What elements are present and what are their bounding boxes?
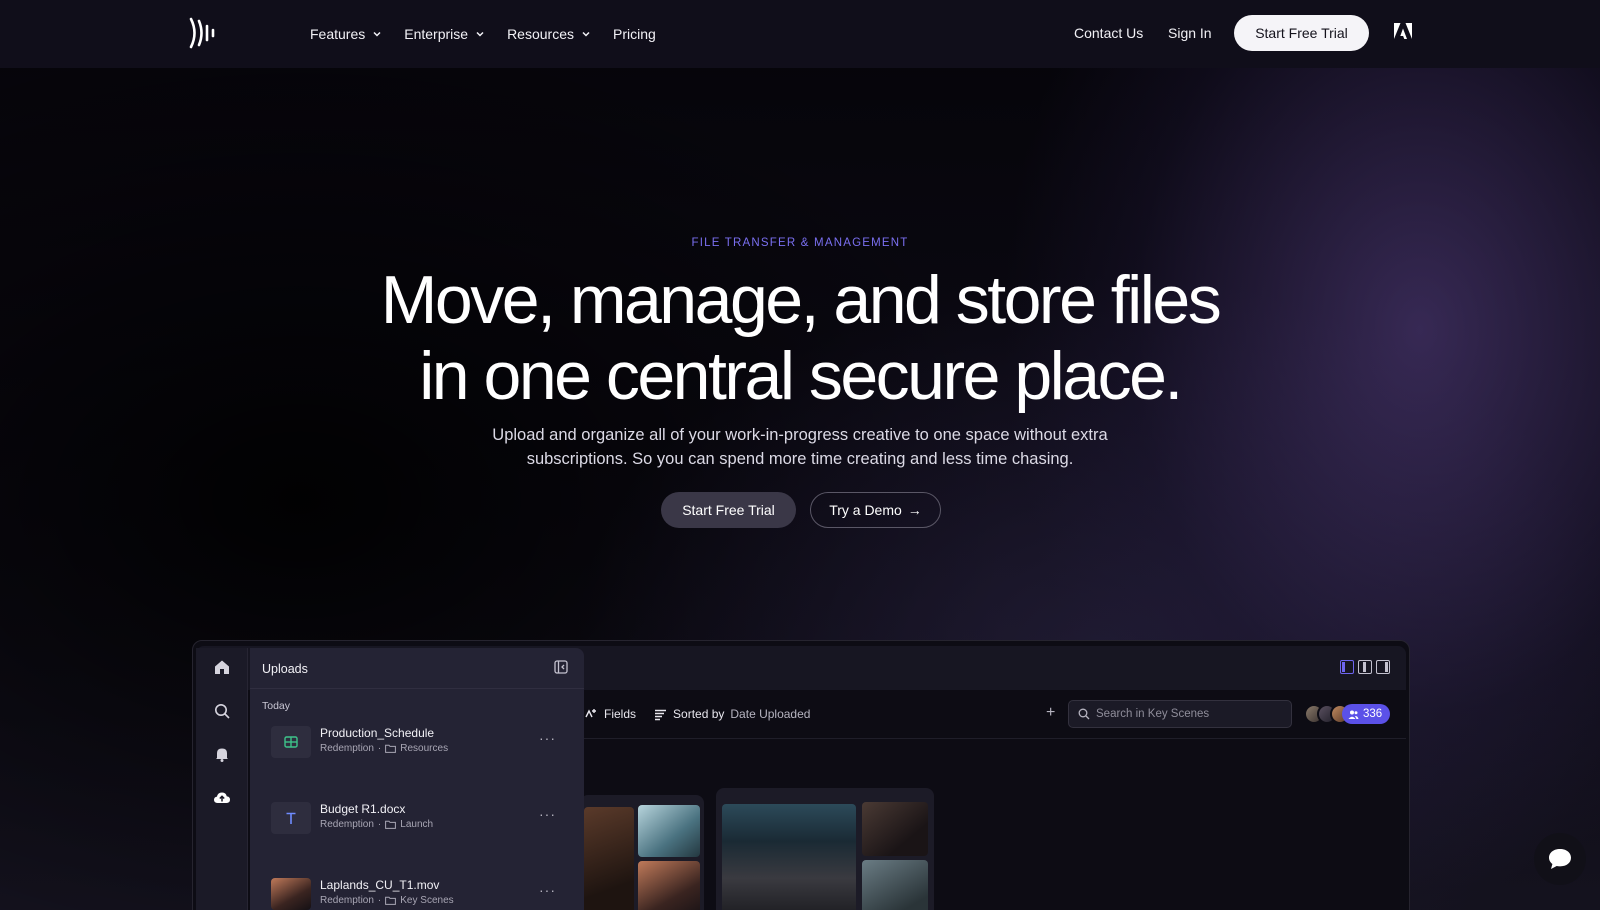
hero-headline: Move, manage, and store files in one cen…	[0, 262, 1600, 414]
layout-toggle-group	[1340, 660, 1390, 674]
uploads-panel: Uploads Today Production_Schedule Redemp…	[250, 648, 584, 910]
top-navbar: Features Enterprise Resources Pricing Co…	[0, 0, 1600, 68]
search-input[interactable]	[1096, 708, 1286, 720]
headline-line-2: in one central secure place.	[419, 338, 1183, 414]
file-folder: Launch	[400, 819, 434, 830]
search-icon	[1078, 708, 1090, 720]
layout-center-panel-icon[interactable]	[1358, 660, 1372, 674]
collapse-panel-icon[interactable]	[554, 660, 568, 674]
more-options-icon[interactable]: ···	[539, 882, 556, 898]
file-name: Production_Schedule	[320, 726, 435, 740]
asset-thumbnail	[862, 802, 928, 856]
app-sidebar-rail	[196, 648, 248, 910]
meta-separator: ·	[377, 819, 382, 830]
meta-separator: ·	[377, 895, 382, 906]
nav-item-resources[interactable]: Resources	[507, 26, 591, 42]
file-project: Redemption	[320, 743, 374, 754]
fields-button[interactable]: Fields	[584, 707, 636, 721]
uploads-panel-title: Uploads	[262, 662, 308, 676]
file-project: Redemption	[320, 819, 374, 830]
sort-lines-icon	[655, 709, 667, 720]
member-count: 336	[1363, 708, 1383, 720]
hero-eyebrow: FILE TRANSFER & MANAGEMENT	[691, 237, 909, 249]
chat-support-button[interactable]	[1534, 833, 1586, 885]
chevron-down-icon	[476, 31, 484, 37]
subtext-line-2: subscriptions. So you can spend more tim…	[526, 450, 1074, 468]
file-thumbnail	[271, 726, 311, 758]
nav-item-features[interactable]: Features	[310, 26, 382, 42]
fields-label: Fields	[604, 707, 637, 721]
search-icon[interactable]	[213, 702, 231, 720]
file-folder: Key Scenes	[400, 895, 454, 906]
hero-subtext: Upload and organize all of your work-in-…	[0, 423, 1600, 471]
layout-right-panel-icon[interactable]	[1376, 660, 1390, 674]
folder-icon	[385, 896, 397, 905]
more-options-icon[interactable]: ···	[539, 806, 556, 822]
sign-in-link[interactable]: Sign In	[1168, 25, 1212, 41]
document-text-icon	[286, 812, 296, 824]
nav-item-label: Resources	[507, 26, 574, 42]
file-meta: Redemption · Launch	[320, 819, 433, 830]
folder-icon	[385, 744, 397, 753]
toolbar-divider	[584, 738, 1406, 739]
meta-separator: ·	[377, 743, 382, 754]
headline-line-1: Move, manage, and store files	[380, 262, 1222, 338]
nav-item-label: Pricing	[612, 26, 656, 42]
bell-icon[interactable]	[213, 745, 231, 763]
asset-card[interactable]	[716, 788, 934, 910]
cloud-upload-icon[interactable]	[213, 789, 231, 807]
asset-thumbnail	[584, 807, 634, 910]
frameio-logo-icon[interactable]	[188, 17, 218, 49]
asset-toolbar: Fields Sorted by Date Uploaded	[584, 700, 828, 728]
sorted-by-value: Date Uploaded	[730, 707, 811, 721]
upload-list-item[interactable]: Production_Schedule Redemption · Resourc…	[250, 718, 584, 778]
nav-item-pricing[interactable]: Pricing	[613, 26, 656, 42]
file-thumbnail	[271, 878, 311, 910]
file-project: Redemption	[320, 895, 374, 906]
users-icon	[1348, 710, 1359, 719]
search-field	[1068, 700, 1292, 728]
nav-item-enterprise[interactable]: Enterprise	[404, 26, 485, 42]
chat-bubble-icon	[1549, 849, 1571, 869]
asset-thumbnail	[722, 804, 856, 910]
member-count-badge[interactable]: 336	[1342, 704, 1391, 724]
nav-item-label: Enterprise	[404, 26, 469, 42]
nav-menu: Features Enterprise Resources Pricing	[310, 0, 678, 68]
layout-left-panel-icon[interactable]	[1340, 660, 1354, 674]
upload-list-item[interactable]: Budget R1.docx Redemption · Launch ···	[250, 794, 584, 854]
contact-us-link[interactable]: Contact Us	[1074, 25, 1143, 41]
adobe-logo-icon[interactable]	[1394, 23, 1412, 39]
more-options-icon[interactable]: ···	[539, 730, 556, 746]
nav-item-label: Features	[310, 26, 366, 42]
add-icon[interactable]: +	[1046, 704, 1055, 722]
asset-thumbnail	[638, 861, 700, 910]
file-name: Laplands_CU_T1.mov	[320, 878, 440, 892]
fields-icon	[585, 709, 596, 718]
member-avatars[interactable]	[1304, 704, 1350, 724]
sort-button[interactable]: Sorted by Date Uploaded	[654, 707, 810, 721]
file-thumbnail	[271, 802, 311, 834]
arrow-right-icon: →	[907, 502, 922, 518]
upload-list-item[interactable]: Laplands_CU_T1.mov Redemption · Key Scen…	[250, 870, 584, 910]
subtext-line-1: Upload and organize all of your work-in-…	[492, 426, 1108, 444]
try-a-demo-button[interactable]: Try a Demo →	[810, 492, 941, 528]
chevron-down-icon	[582, 31, 590, 37]
hero-start-free-trial-button[interactable]: Start Free Trial	[661, 492, 796, 528]
asset-card[interactable]	[580, 795, 704, 910]
home-icon[interactable]	[213, 658, 231, 676]
chevron-down-icon	[373, 31, 381, 37]
sorted-by-label: Sorted by	[673, 707, 725, 721]
file-folder: Resources	[400, 743, 449, 754]
folder-icon	[385, 820, 397, 829]
start-free-trial-button[interactable]: Start Free Trial	[1234, 15, 1369, 51]
uploads-group-label: Today	[262, 700, 291, 712]
asset-thumbnail	[638, 805, 700, 857]
asset-thumbnail	[862, 860, 928, 910]
file-name: Budget R1.docx	[320, 802, 406, 816]
file-meta: Redemption · Resources	[320, 743, 448, 754]
try-a-demo-label: Try a Demo	[829, 502, 902, 518]
panel-divider	[250, 688, 584, 689]
spreadsheet-icon	[284, 736, 298, 748]
file-meta: Redemption · Key Scenes	[320, 895, 454, 906]
